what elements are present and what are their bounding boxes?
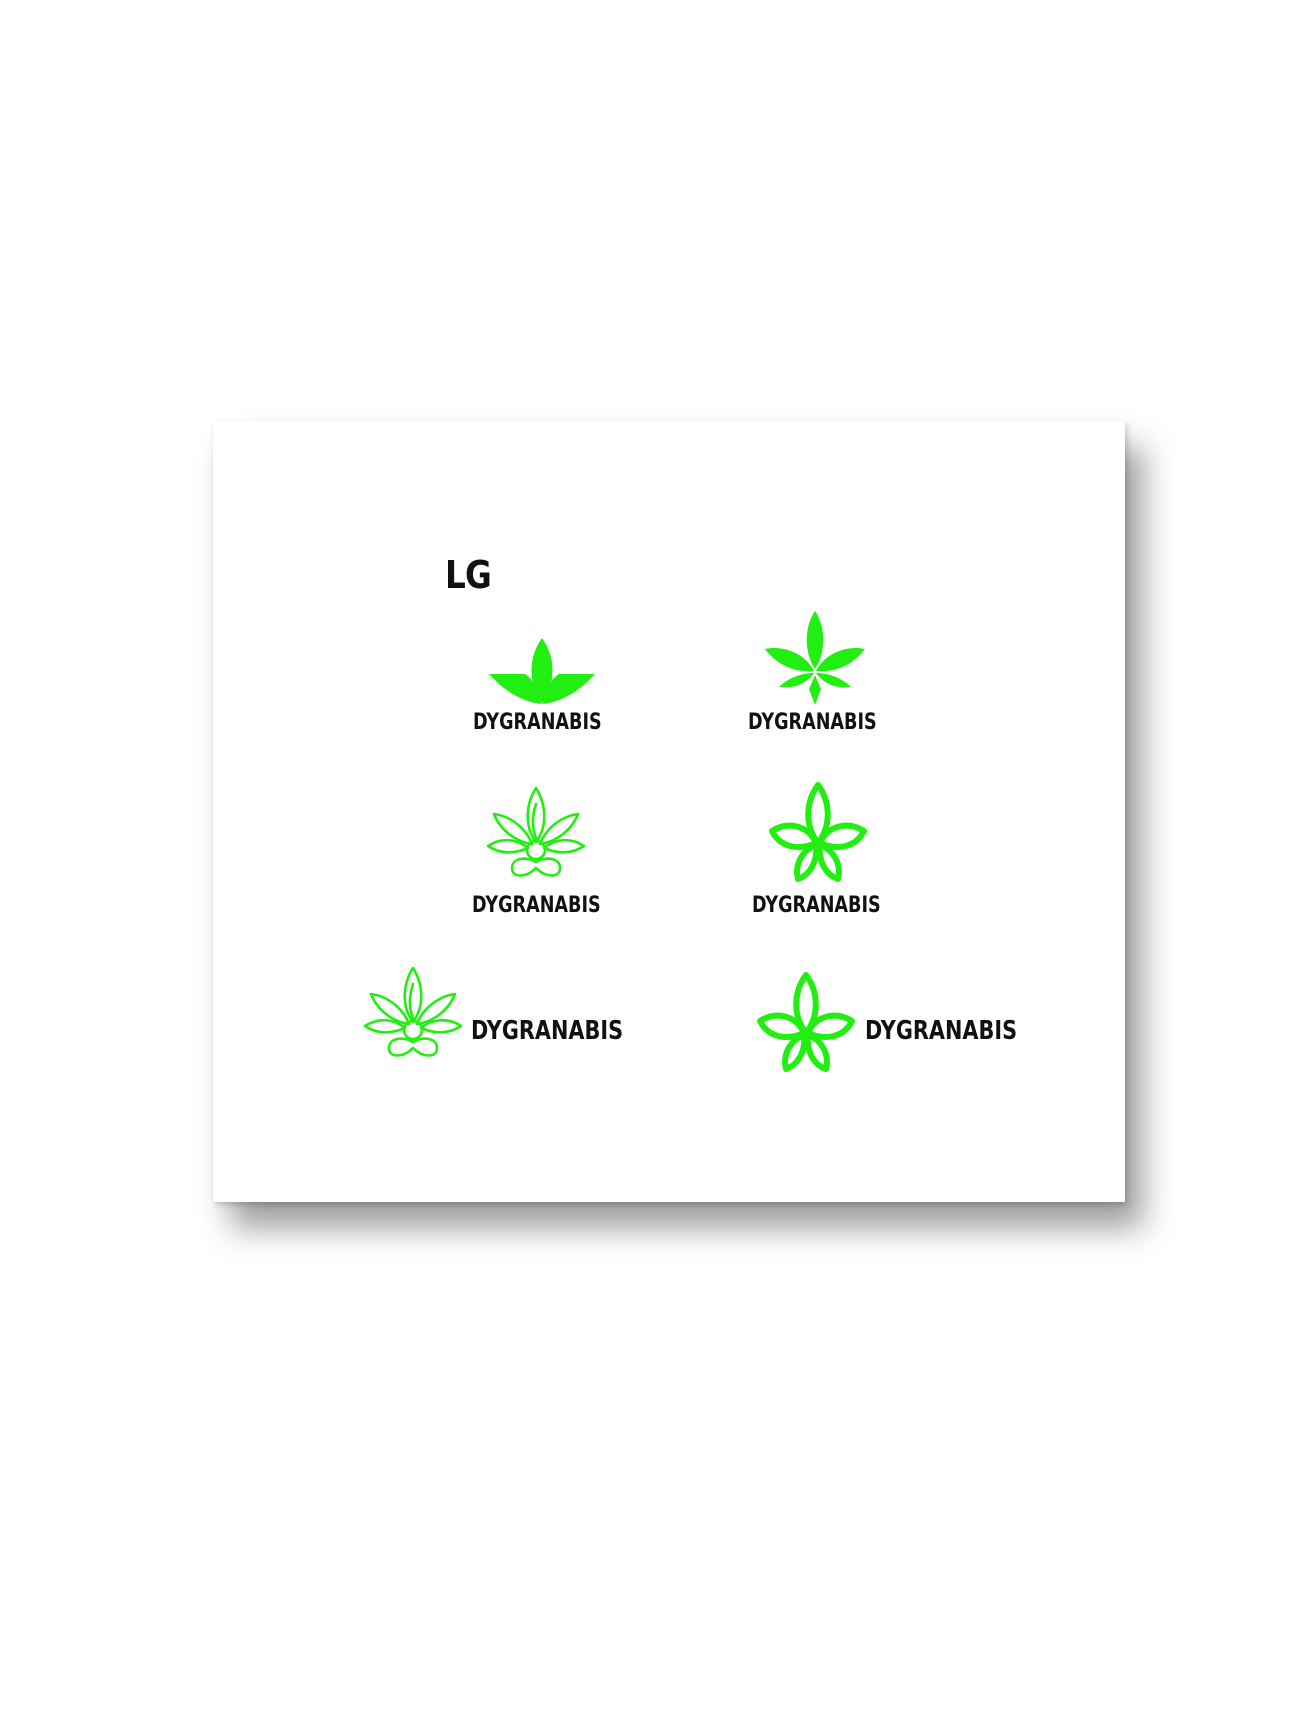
cannabis-leaf-icon (489, 638, 595, 704)
logo-outline-knot-leaf: DYGRANABIS (752, 781, 892, 926)
logo-outline-leaf-lotus-horizontal: DYGRANABIS (363, 966, 623, 1071)
cannabis-knot-icon (769, 782, 867, 882)
logo-solid-three-leaf: DYGRANABIS (473, 636, 613, 736)
cannabis-leaf-icon (765, 611, 865, 705)
logo-solid-five-leaf: DYGRANABIS (748, 611, 888, 736)
logo-outline-knot-leaf-horizontal: DYGRANABIS (754, 971, 1024, 1076)
cannabis-lotus-icon (486, 786, 586, 877)
brand-wordmark: DYGRANABIS (473, 710, 602, 735)
logo-outline-leaf-lotus: DYGRANABIS (472, 786, 612, 926)
section-title: LG (445, 553, 492, 597)
brand-wordmark: DYGRANABIS (748, 710, 877, 735)
brand-wordmark: DYGRANABIS (752, 893, 881, 918)
brand-wordmark: DYGRANABIS (865, 1016, 1018, 1046)
brand-wordmark: DYGRANABIS (472, 893, 601, 918)
presentation-board: LG DYGRANABIS DYGRANABIS DYGRANABIS DYGR… (213, 421, 1125, 1202)
brand-wordmark: DYGRANABIS (471, 1016, 624, 1046)
cannabis-lotus-icon (363, 966, 463, 1057)
cannabis-knot-icon (757, 972, 855, 1072)
